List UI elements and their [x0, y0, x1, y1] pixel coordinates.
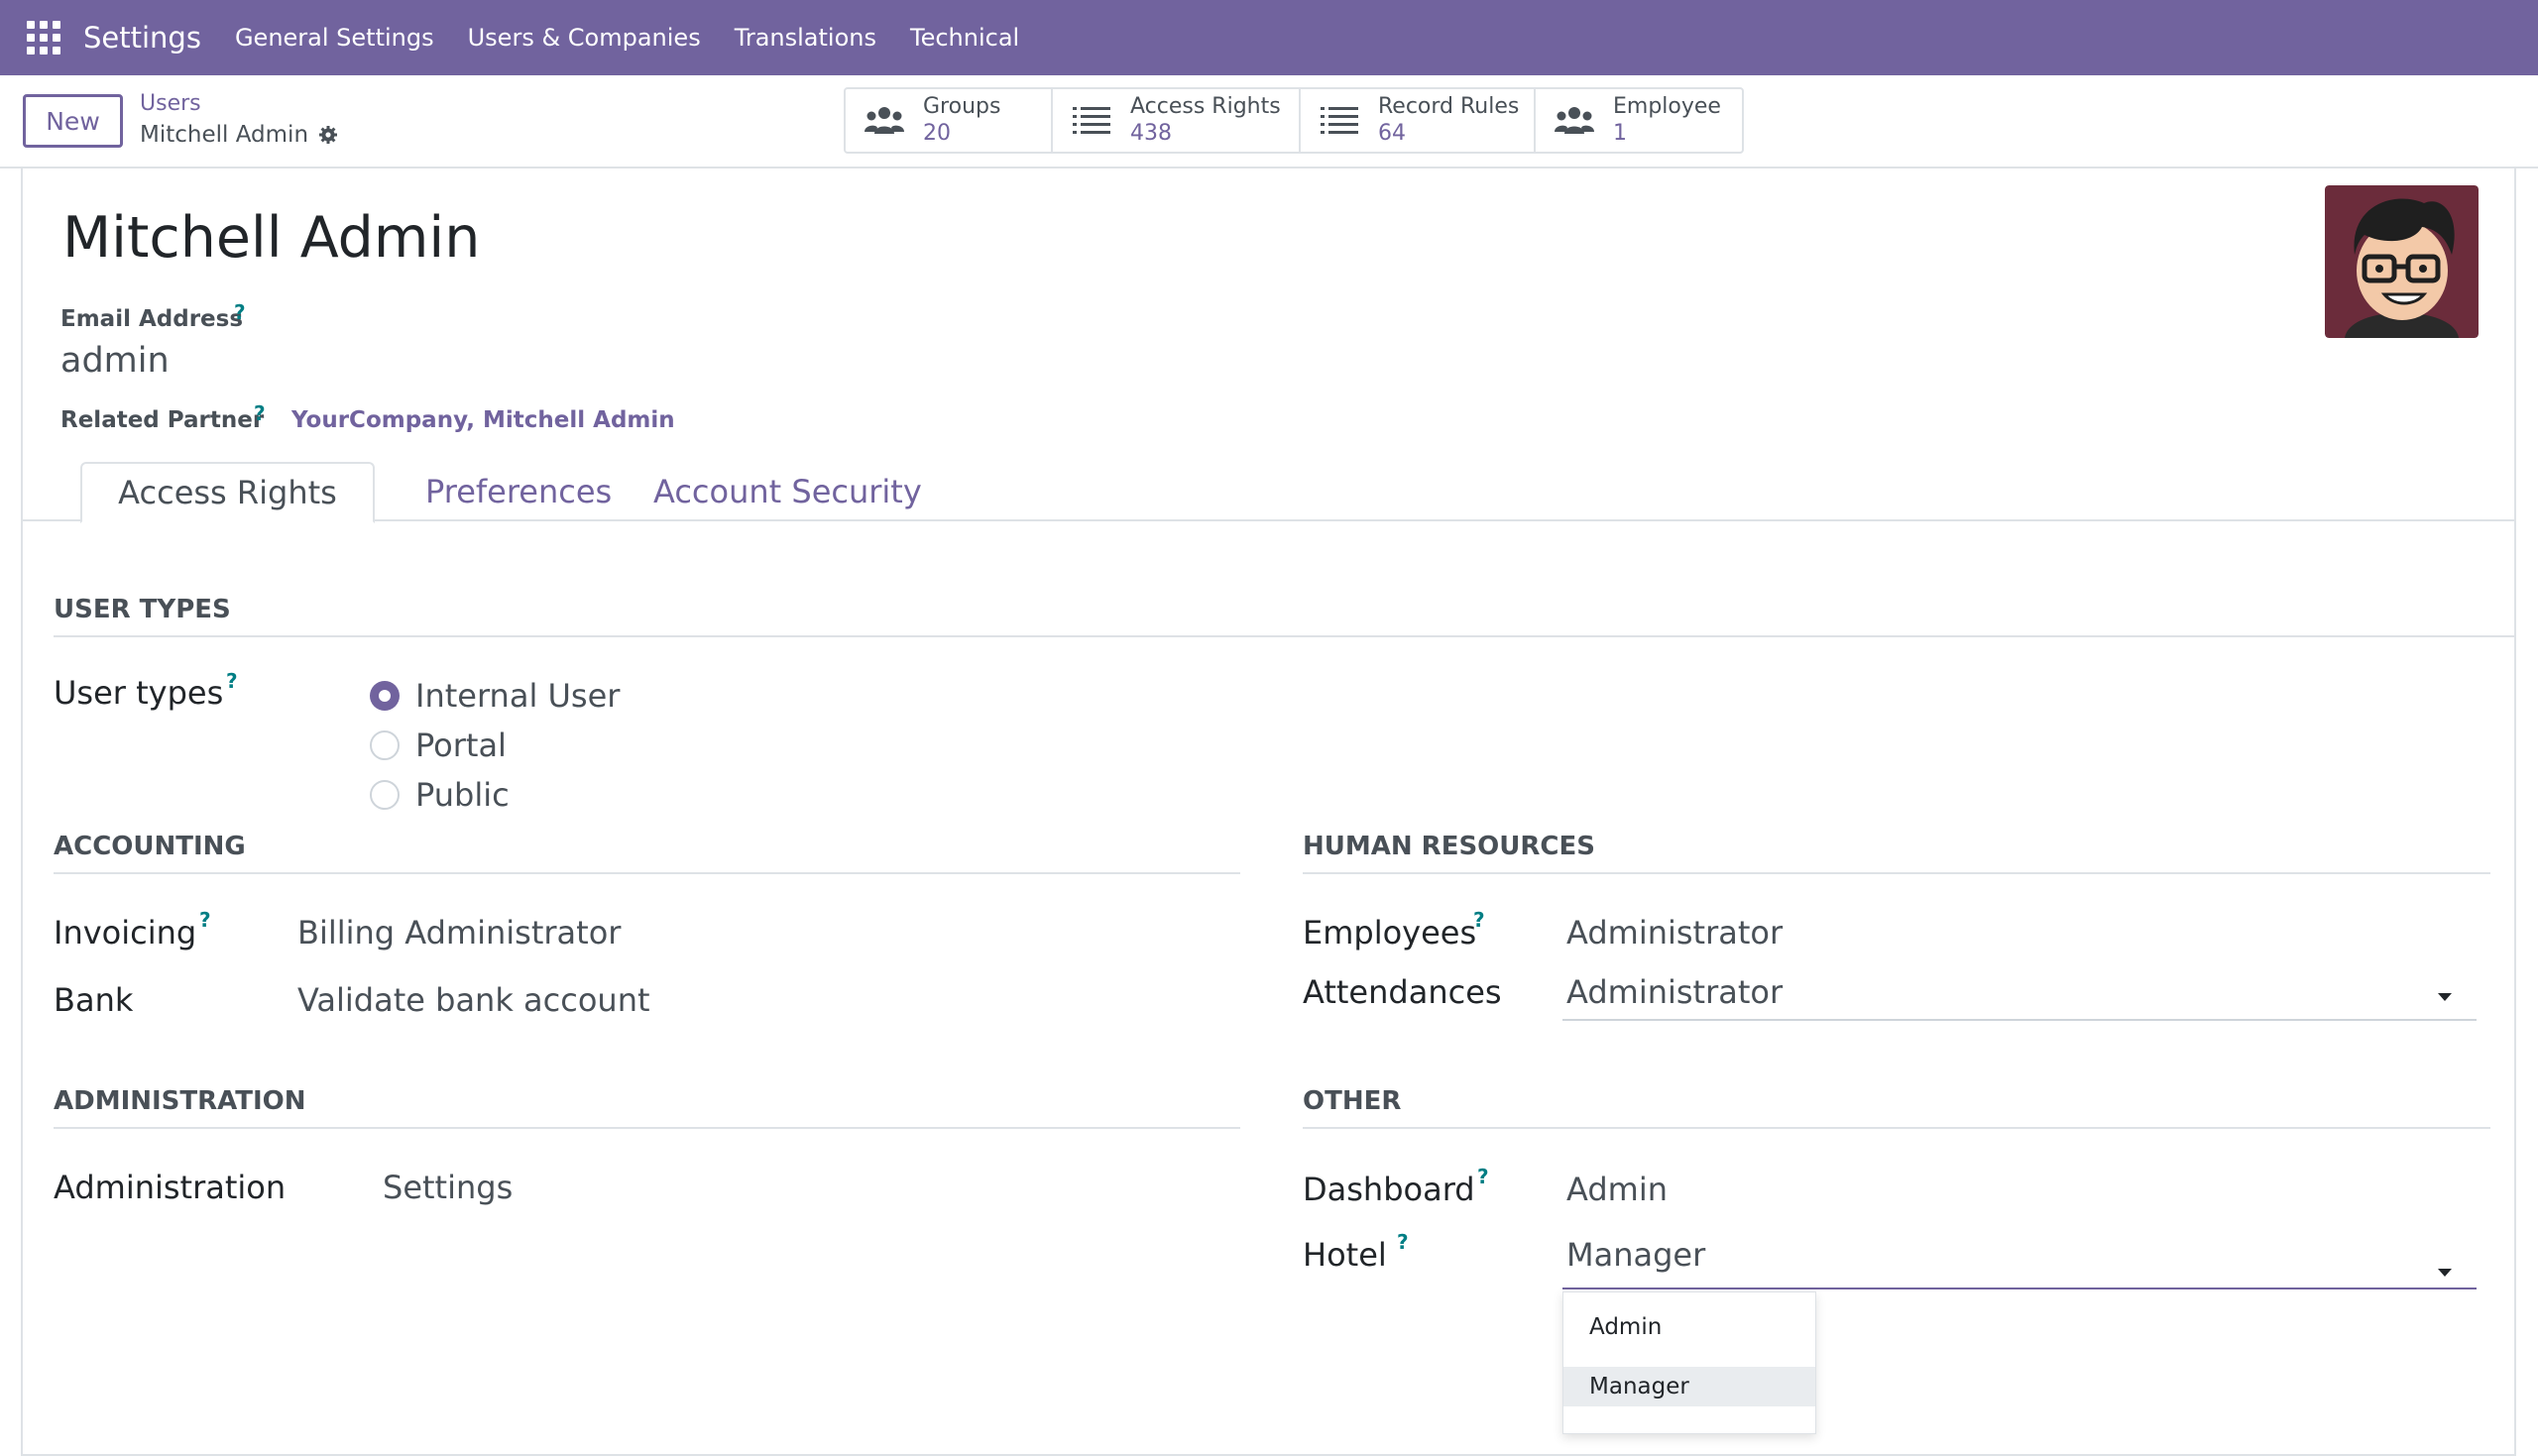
smart-button-access-rights[interactable]: Access Rights 438 — [1053, 89, 1301, 152]
dashboard-label: Dashboard — [1303, 1171, 1475, 1208]
help-icon[interactable]: ? — [226, 669, 238, 693]
smart-buttons: Groups 20 Access Rights 438 Record Rules… — [844, 87, 1744, 154]
list-icon — [1321, 106, 1358, 134]
top-navbar: Settings General Settings Users & Compan… — [0, 0, 2538, 75]
smart-value: 20 — [923, 120, 951, 146]
radio-checked[interactable] — [370, 681, 400, 711]
radio-portal[interactable]: Portal — [370, 727, 507, 764]
section-accounting: ACCOUNTING — [54, 832, 246, 861]
list-icon — [1073, 106, 1110, 134]
breadcrumb-current: Mitchell Admin — [140, 122, 338, 148]
dropdown-option-manager[interactable]: Manager — [1563, 1367, 1815, 1406]
employees-field[interactable]: Administrator — [1566, 914, 1783, 952]
smart-button-groups[interactable]: Groups 20 — [846, 89, 1053, 152]
dropdown-option-admin[interactable]: Admin — [1563, 1307, 1815, 1347]
hotel-label: Hotel — [1303, 1236, 1387, 1274]
section-divider — [54, 872, 1240, 874]
form-sheet: Mitchell Admin Email Address ? admin Rel… — [21, 168, 2516, 1456]
user-name[interactable]: Mitchell Admin — [62, 205, 480, 271]
section-divider — [54, 635, 2514, 637]
smart-label: Access Rights — [1130, 94, 1281, 120]
administration-label: Administration — [54, 1169, 287, 1206]
invoicing-label: Invoicing — [54, 914, 197, 952]
hotel-dropdown-menu: Admin Manager — [1562, 1291, 1816, 1434]
radio-label: Portal — [415, 727, 507, 764]
section-divider — [1303, 1127, 2490, 1129]
menu-general-settings[interactable]: General Settings — [235, 24, 434, 52]
administration-field[interactable]: Settings — [383, 1169, 513, 1206]
smart-button-employee[interactable]: Employee 1 — [1536, 89, 1742, 152]
invoicing-field[interactable]: Billing Administrator — [297, 914, 621, 952]
smart-value: 1 — [1613, 120, 1627, 146]
section-divider — [1303, 872, 2490, 874]
related-partner-link[interactable]: YourCompany, Mitchell Admin — [291, 407, 675, 433]
smart-label: Record Rules — [1378, 94, 1520, 120]
menu-users-companies[interactable]: Users & Companies — [468, 24, 701, 52]
tab-account-security[interactable]: Account Security — [653, 462, 922, 521]
help-icon[interactable]: ? — [1397, 1230, 1409, 1254]
tab-preferences[interactable]: Preferences — [425, 462, 612, 521]
help-icon[interactable]: ? — [254, 401, 266, 425]
user-types-label: User types — [54, 674, 224, 712]
employees-label: Employees — [1303, 914, 1477, 952]
section-administration: ADMINISTRATION — [54, 1086, 306, 1116]
section-human-resources: HUMAN RESOURCES — [1303, 832, 1595, 861]
email-label: Email Address — [60, 306, 244, 332]
caret-down-icon[interactable] — [2438, 1269, 2452, 1277]
help-icon[interactable]: ? — [1473, 908, 1485, 932]
caret-down-icon[interactable] — [2438, 993, 2452, 1001]
smart-value: 64 — [1378, 120, 1406, 146]
radio-label: Public — [415, 776, 510, 814]
attendances-select[interactable]: Administrator — [1566, 973, 1783, 1011]
bank-label: Bank — [54, 981, 134, 1019]
form-tabs: Access Rights Preferences Account Securi… — [23, 462, 2514, 523]
bank-field[interactable]: Validate bank account — [297, 981, 650, 1019]
smart-value: 438 — [1130, 120, 1172, 146]
smart-label: Groups — [923, 94, 1001, 120]
apps-grid-icon[interactable] — [27, 21, 60, 55]
select-underline — [1562, 1288, 2477, 1289]
hotel-select[interactable]: Manager — [1566, 1236, 1705, 1274]
breadcrumb-users[interactable]: Users — [140, 91, 201, 116]
users-icon — [865, 106, 904, 134]
dashboard-field[interactable]: Admin — [1566, 1171, 1668, 1208]
new-button[interactable]: New — [23, 94, 123, 148]
users-icon — [1555, 106, 1594, 134]
radio-unchecked[interactable] — [370, 730, 400, 760]
gear-icon[interactable] — [318, 125, 338, 145]
menu-technical[interactable]: Technical — [910, 24, 1019, 52]
control-panel: New Users Mitchell Admin Groups 20 Acces… — [0, 75, 2538, 168]
help-icon[interactable]: ? — [1477, 1165, 1489, 1188]
email-field[interactable]: admin — [60, 341, 170, 381]
user-avatar[interactable] — [2325, 185, 2479, 338]
section-divider — [54, 1127, 1240, 1129]
radio-public[interactable]: Public — [370, 776, 510, 814]
attendances-label: Attendances — [1303, 973, 1502, 1011]
breadcrumb-current-label: Mitchell Admin — [140, 122, 309, 148]
section-other: OTHER — [1303, 1086, 1402, 1116]
radio-unchecked[interactable] — [370, 780, 400, 810]
help-icon[interactable]: ? — [199, 908, 211, 932]
radio-label: Internal User — [415, 677, 621, 715]
menu-translations[interactable]: Translations — [735, 24, 876, 52]
help-icon[interactable]: ? — [234, 300, 246, 324]
related-partner-label: Related Partner — [60, 407, 265, 433]
smart-button-record-rules[interactable]: Record Rules 64 — [1301, 89, 1536, 152]
section-user-types: USER TYPES — [54, 595, 231, 624]
radio-internal-user[interactable]: Internal User — [370, 677, 620, 715]
smart-label: Employee — [1613, 94, 1721, 120]
tab-access-rights[interactable]: Access Rights — [80, 462, 375, 523]
app-name[interactable]: Settings — [83, 21, 201, 55]
select-underline — [1562, 1019, 2477, 1021]
